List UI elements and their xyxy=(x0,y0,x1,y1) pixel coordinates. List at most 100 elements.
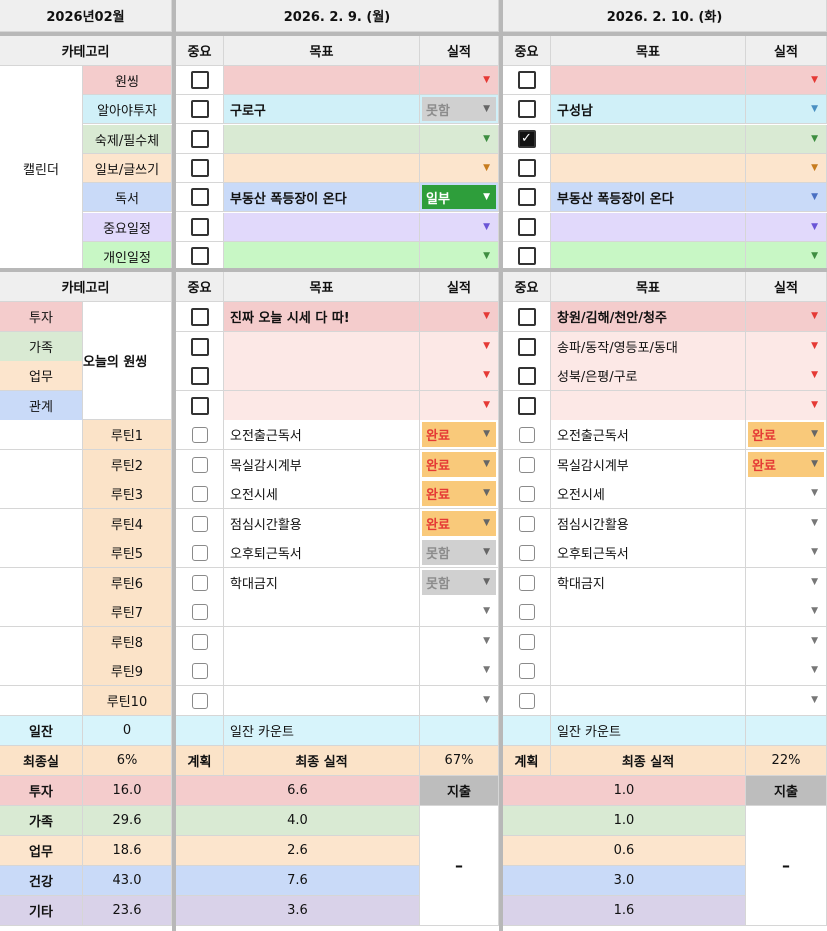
priority-cell[interactable] xyxy=(176,361,224,391)
result-dropdown[interactable]: ▼ xyxy=(746,213,827,242)
routine-checkbox[interactable] xyxy=(518,485,535,502)
routine-result-dropdown[interactable]: 완료 ▼ xyxy=(420,479,499,509)
routine-goal-cell[interactable]: 오전출근독서 xyxy=(224,420,420,450)
priority-checkbox[interactable] xyxy=(190,188,209,206)
onething-goal-cell[interactable] xyxy=(224,361,420,391)
chevron-down-icon[interactable]: ▼ xyxy=(811,548,818,557)
priority-cell[interactable] xyxy=(176,125,224,154)
onething-goal-cell[interactable]: 송파/동작/영등포/동대 xyxy=(551,332,746,362)
chevron-down-icon[interactable]: ▼ xyxy=(811,578,818,587)
routine-result-dropdown[interactable]: 완료 ▼ xyxy=(420,420,499,450)
priority-checkbox[interactable] xyxy=(190,130,209,148)
chevron-down-icon[interactable]: ▼ xyxy=(811,75,818,85)
priority-checkbox[interactable] xyxy=(190,159,209,177)
chevron-down-icon[interactable]: ▼ xyxy=(483,430,490,439)
routine-result-dropdown[interactable]: 완료 ▼ xyxy=(746,420,827,450)
chevron-down-icon[interactable]: ▼ xyxy=(811,134,818,144)
onething-goal-cell[interactable] xyxy=(551,391,746,421)
chevron-down-icon[interactable]: ▼ xyxy=(483,75,490,85)
routine-goal-cell[interactable]: 오후퇴근독서 xyxy=(224,538,420,568)
routine-goal-cell[interactable]: 오전시세 xyxy=(551,479,746,509)
routine-goal-cell[interactable] xyxy=(224,686,420,716)
routine-goal-cell[interactable]: 학대금지 xyxy=(551,568,746,598)
result-dropdown[interactable]: ▼ xyxy=(746,391,827,421)
routine-check-cell[interactable] xyxy=(176,656,224,686)
chevron-down-icon[interactable]: ▼ xyxy=(811,460,818,469)
goal-cell[interactable]: 부동산 폭등장이 온다 xyxy=(551,183,746,212)
result-dropdown[interactable]: 못함 ▼ xyxy=(420,95,499,124)
result-dropdown[interactable]: ▼ xyxy=(420,125,499,154)
priority-checkbox[interactable] xyxy=(190,218,209,236)
chevron-down-icon[interactable]: ▼ xyxy=(811,607,818,616)
routine-checkbox[interactable] xyxy=(518,515,535,532)
routine-goal-cell[interactable]: 목실감시계부 xyxy=(224,450,420,480)
chevron-down-icon[interactable]: ▼ xyxy=(483,489,490,498)
routine-checkbox[interactable] xyxy=(518,662,535,679)
priority-checkbox[interactable] xyxy=(517,188,536,206)
priority-cell[interactable] xyxy=(176,391,224,421)
priority-checkbox[interactable] xyxy=(517,247,536,265)
chevron-down-icon[interactable]: ▼ xyxy=(811,163,818,173)
chevron-down-icon[interactable]: ▼ xyxy=(483,401,490,410)
result-dropdown[interactable]: ▼ xyxy=(746,125,827,154)
priority-cell[interactable] xyxy=(176,302,224,332)
routine-checkbox[interactable] xyxy=(191,515,208,532)
routine-check-cell[interactable] xyxy=(176,538,224,568)
routine-result-dropdown[interactable]: ▼ xyxy=(420,597,499,627)
routine-result-dropdown[interactable]: 완료 ▼ xyxy=(420,509,499,539)
chevron-down-icon[interactable]: ▼ xyxy=(811,430,818,439)
goal-cell[interactable] xyxy=(551,66,746,95)
priority-cell[interactable] xyxy=(503,361,551,391)
chevron-down-icon[interactable]: ▼ xyxy=(483,578,490,587)
routine-goal-cell[interactable] xyxy=(551,686,746,716)
priority-cell[interactable] xyxy=(503,242,551,271)
chevron-down-icon[interactable]: ▼ xyxy=(483,342,490,351)
result-dropdown[interactable]: ▼ xyxy=(746,154,827,183)
routine-check-cell[interactable] xyxy=(176,686,224,716)
routine-check-cell[interactable] xyxy=(503,597,551,627)
goal-cell[interactable]: 부동산 폭등장이 온다 xyxy=(224,183,420,212)
result-dropdown[interactable]: ▼ xyxy=(746,183,827,212)
chevron-down-icon[interactable]: ▼ xyxy=(483,460,490,469)
chevron-down-icon[interactable]: ▼ xyxy=(811,222,818,232)
chevron-down-icon[interactable]: ▼ xyxy=(483,519,490,528)
result-dropdown[interactable]: ▼ xyxy=(420,242,499,271)
chevron-down-icon[interactable]: ▼ xyxy=(811,342,818,351)
routine-checkbox[interactable] xyxy=(191,603,208,620)
result-dropdown[interactable]: ▼ xyxy=(420,66,499,95)
chevron-down-icon[interactable]: ▼ xyxy=(483,222,490,232)
goal-cell[interactable] xyxy=(551,154,746,183)
priority-checkbox[interactable] xyxy=(190,247,209,265)
result-dropdown[interactable]: ▼ xyxy=(746,66,827,95)
chevron-down-icon[interactable]: ▼ xyxy=(811,637,818,646)
routine-checkbox[interactable] xyxy=(518,426,535,443)
routine-result-dropdown[interactable]: 완료 ▼ xyxy=(420,450,499,480)
chevron-down-icon[interactable]: ▼ xyxy=(483,251,490,261)
routine-checkbox[interactable] xyxy=(518,692,535,709)
chevron-down-icon[interactable]: ▼ xyxy=(483,637,490,646)
priority-checkbox[interactable] xyxy=(517,71,536,89)
routine-result-dropdown[interactable]: ▼ xyxy=(746,479,827,509)
routine-result-dropdown[interactable]: ▼ xyxy=(420,656,499,686)
priority-cell[interactable] xyxy=(503,95,551,124)
chevron-down-icon[interactable]: ▼ xyxy=(483,607,490,616)
result-dropdown[interactable]: ▼ xyxy=(420,213,499,242)
goal-cell[interactable] xyxy=(551,213,746,242)
routine-checkbox[interactable] xyxy=(518,456,535,473)
chevron-down-icon[interactable]: ▼ xyxy=(811,489,818,498)
routine-result-dropdown[interactable]: ▼ xyxy=(746,538,827,568)
routine-result-dropdown[interactable]: 못함 ▼ xyxy=(420,538,499,568)
routine-checkbox[interactable] xyxy=(191,574,208,591)
routine-result-dropdown[interactable]: ▼ xyxy=(746,568,827,598)
chevron-down-icon[interactable]: ▼ xyxy=(811,104,818,114)
priority-checkbox[interactable] xyxy=(517,366,536,385)
routine-goal-cell[interactable] xyxy=(551,597,746,627)
routine-check-cell[interactable] xyxy=(176,597,224,627)
routine-checkbox[interactable] xyxy=(191,662,208,679)
chevron-down-icon[interactable]: ▼ xyxy=(811,192,818,202)
priority-cell[interactable] xyxy=(176,66,224,95)
goal-cell[interactable] xyxy=(224,213,420,242)
priority-cell[interactable] xyxy=(176,154,224,183)
priority-checkbox[interactable] xyxy=(190,71,209,89)
routine-check-cell[interactable] xyxy=(176,479,224,509)
